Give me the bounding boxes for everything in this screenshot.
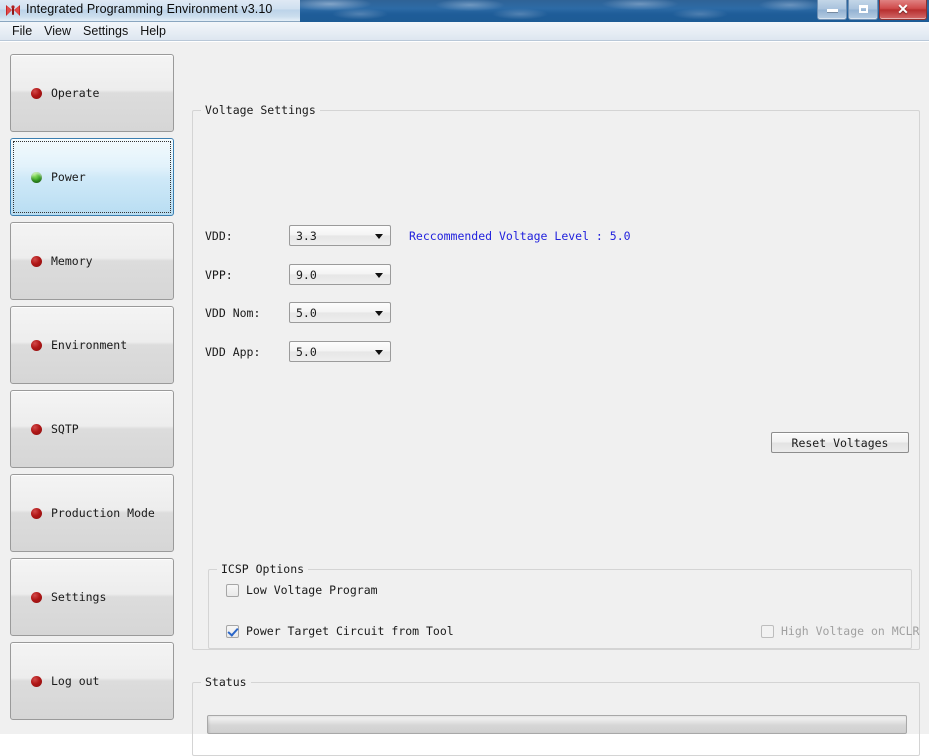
title-bar: Integrated Programming Environment v3.10… [0, 0, 929, 22]
vdd-nom-select[interactable]: 5.0 [289, 302, 391, 323]
vdd-nom-value: 5.0 [296, 305, 317, 320]
sidebar-item-label: Operate [51, 86, 100, 100]
icsp-options-title: ICSP Options [217, 562, 309, 576]
sidebar-item-log-out[interactable]: Log out [10, 642, 174, 720]
icsp-options-group: ICSP Options Low Voltage Program Power T… [208, 562, 919, 649]
high-voltage-mclr-label: High Voltage on MCLR [781, 624, 920, 638]
sidebar-item-label: Environment [51, 338, 128, 352]
maximize-button[interactable] [848, 0, 878, 20]
menu-item-help[interactable]: Help [134, 23, 172, 39]
sidebar-item-power[interactable]: Power [10, 138, 174, 216]
vpp-row: VPP: 9.0 [205, 264, 391, 285]
vpp-value: 9.0 [296, 267, 317, 282]
power-target-circuit-checkbox[interactable]: Power Target Circuit from Tool [226, 624, 454, 638]
sidebar-item-label: Settings [51, 590, 107, 604]
vdd-value: 3.3 [296, 228, 317, 243]
sidebar-item-environment[interactable]: Environment [10, 306, 174, 384]
status-dot-icon [31, 591, 42, 603]
status-dot-icon [31, 423, 42, 435]
vdd-row: VDD: 3.3 Reccommended Voltage Level : 5.… [205, 225, 631, 246]
sidebar-item-operate[interactable]: Operate [10, 54, 174, 132]
power-target-circuit-label: Power Target Circuit from Tool [246, 624, 454, 638]
status-title: Status [201, 675, 251, 689]
vdd-app-row: VDD App: 5.0 [205, 341, 391, 362]
vdd-label: VDD: [205, 228, 233, 243]
checkbox-checked-icon [226, 624, 239, 638]
status-dot-icon [31, 339, 42, 351]
sidebar-item-sqtp[interactable]: SQTP [10, 390, 174, 468]
vdd-app-label: VDD App: [205, 344, 261, 359]
status-dot-icon [31, 87, 42, 99]
status-dot-icon [31, 171, 42, 183]
sidebar-item-settings[interactable]: Settings [10, 558, 174, 636]
client-area: Operate Power Memory Environment SQTP Pr… [0, 41, 929, 756]
vdd-app-value: 5.0 [296, 344, 317, 359]
close-icon: ✕ [897, 1, 909, 17]
high-voltage-mclr-checkbox: High Voltage on MCLR [761, 624, 919, 638]
menu-item-file[interactable]: File [6, 23, 38, 39]
vpp-label: VPP: [205, 267, 233, 282]
checkbox-icon [226, 583, 239, 597]
chevron-down-icon [375, 349, 383, 355]
close-button[interactable]: ✕ [879, 0, 927, 20]
status-group: Status [192, 675, 920, 756]
status-dot-icon [31, 255, 42, 267]
minimize-button[interactable] [817, 0, 847, 20]
sidebar: Operate Power Memory Environment SQTP Pr… [10, 54, 174, 726]
recommended-voltage-text: Reccommended Voltage Level : 5.0 [409, 228, 631, 243]
status-dot-icon [31, 507, 42, 519]
low-voltage-program-label: Low Voltage Program [246, 583, 378, 597]
chevron-down-icon [375, 233, 383, 239]
vdd-select[interactable]: 3.3 [289, 225, 391, 246]
vdd-nom-row: VDD Nom: 5.0 [205, 302, 391, 323]
sidebar-item-label: Memory [51, 254, 93, 268]
application-window: Integrated Programming Environment v3.10… [0, 0, 929, 756]
minimize-icon [827, 9, 838, 12]
status-progress-bar [207, 715, 907, 734]
vdd-app-select[interactable]: 5.0 [289, 341, 391, 362]
sidebar-item-label: SQTP [51, 422, 79, 436]
sidebar-item-production-mode[interactable]: Production Mode [10, 474, 174, 552]
butterfly-icon [6, 5, 20, 16]
voltage-settings-title: Voltage Settings [201, 103, 320, 117]
menu-item-settings[interactable]: Settings [77, 23, 134, 39]
window-controls: ✕ [816, 0, 927, 20]
sidebar-item-memory[interactable]: Memory [10, 222, 174, 300]
low-voltage-program-checkbox[interactable]: Low Voltage Program [226, 583, 378, 597]
vpp-select[interactable]: 9.0 [289, 264, 391, 285]
sidebar-item-label: Production Mode [51, 506, 155, 520]
window-title: Integrated Programming Environment v3.10 [26, 2, 273, 16]
sidebar-item-label: Log out [51, 674, 100, 688]
maximize-icon [859, 5, 868, 13]
chevron-down-icon [375, 272, 383, 278]
sidebar-item-label: Power [51, 170, 86, 184]
chevron-down-icon [375, 310, 383, 316]
menu-bar: File View Settings Help [0, 22, 929, 41]
reset-voltages-button[interactable]: Reset Voltages [771, 432, 909, 453]
menu-item-view[interactable]: View [38, 23, 77, 39]
vdd-nom-label: VDD Nom: [205, 305, 261, 320]
checkbox-disabled-icon [761, 624, 774, 638]
status-dot-icon [31, 675, 42, 687]
title-bar-left: Integrated Programming Environment v3.10 [0, 0, 300, 22]
